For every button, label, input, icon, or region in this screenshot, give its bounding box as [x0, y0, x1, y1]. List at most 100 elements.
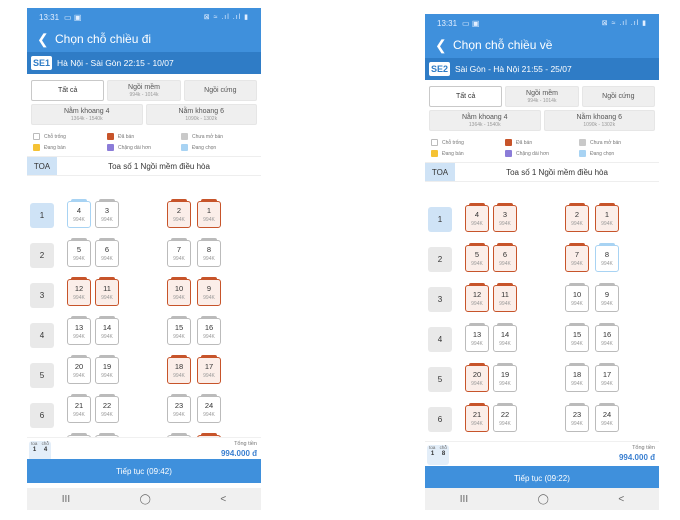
- seat-price: 994K: [101, 334, 113, 340]
- seat[interactable]: 15 994K: [565, 323, 589, 352]
- coach-tab[interactable]: 5: [428, 367, 452, 392]
- filter-tab[interactable]: Ngồi cứng: [581, 86, 655, 107]
- filter-tab[interactable]: Nằm khoang 4 1364k - 1540k: [31, 104, 143, 125]
- page-title: Chọn chỗ chiều về: [453, 38, 553, 52]
- seat[interactable]: 1 994K: [197, 199, 221, 228]
- seat-number: 15: [174, 323, 184, 332]
- seat[interactable]: 6 994K: [95, 238, 119, 267]
- seat-price: 994K: [571, 341, 583, 347]
- seat[interactable]: 6 994K: [493, 243, 517, 272]
- seat[interactable]: 14 994K: [95, 316, 119, 345]
- seat[interactable]: 11 994K: [95, 277, 119, 306]
- seat[interactable]: 5 994K: [465, 243, 489, 272]
- legend-swatch: [181, 144, 188, 151]
- seat[interactable]: 16 994K: [197, 316, 221, 345]
- seat-map[interactable]: 1 2 3 4 5 6 4 994K 3 994K 2 994K 1 994K 5 994K 6 994K 7 994…: [27, 195, 261, 437]
- seat[interactable]: 13 994K: [67, 316, 91, 345]
- filter-price-range: 994k - 1014k: [527, 97, 557, 104]
- seat[interactable]: 24 994K: [197, 394, 221, 423]
- coach-tab[interactable]: 5: [30, 363, 54, 388]
- seat[interactable]: 21 994K: [67, 394, 91, 423]
- seat[interactable]: 3 994K: [95, 199, 119, 228]
- back-icon[interactable]: <: [618, 494, 624, 505]
- seat[interactable]: 19 994K: [493, 363, 517, 392]
- seat[interactable]: 5 994K: [67, 238, 91, 267]
- recent-apps-icon[interactable]: III: [62, 494, 70, 505]
- seat[interactable]: 22 994K: [493, 403, 517, 432]
- filter-label: Nằm khoang 4: [461, 113, 508, 121]
- coach-tab[interactable]: 1: [428, 207, 452, 232]
- seat[interactable]: 4 994K: [67, 199, 91, 228]
- seat-price: 994K: [73, 217, 85, 223]
- seat[interactable]: 23 994K: [167, 394, 191, 423]
- seat[interactable]: 15 994K: [167, 316, 191, 345]
- back-arrow-icon[interactable]: ❮: [37, 31, 55, 48]
- seat[interactable]: 3 994K: [493, 203, 517, 232]
- continue-button[interactable]: Tiếp tục (09:42): [27, 459, 261, 483]
- seat[interactable]: 23 994K: [565, 403, 589, 432]
- seat[interactable]: 22 994K: [95, 394, 119, 423]
- back-icon[interactable]: <: [220, 494, 226, 505]
- home-icon[interactable]: ◯: [140, 494, 151, 505]
- signal-battery-icons: ⊠ ≈ .ıl .ıl ▮: [203, 14, 249, 21]
- seat[interactable]: 20 994K: [465, 363, 489, 392]
- seat-number: 9: [604, 290, 610, 299]
- legend-swatch: [33, 144, 40, 151]
- seat[interactable]: 14 994K: [493, 323, 517, 352]
- filter-tab[interactable]: Nằm khoang 4 1364k - 1540k: [429, 110, 541, 131]
- total-amount: 994.000 đ: [618, 453, 655, 462]
- continue-button[interactable]: Tiếp tục (09:22): [425, 466, 659, 490]
- seat[interactable]: 20 994K: [67, 355, 91, 384]
- seat[interactable]: 16 994K: [595, 323, 619, 352]
- seat[interactable]: 21 994K: [465, 403, 489, 432]
- seat-map[interactable]: 1 2 3 4 5 6 4 994K 3 994K 2 994K 1 994K 5 994K 6 994K 7 994…: [425, 197, 659, 441]
- seat[interactable]: 19 994K: [95, 355, 119, 384]
- seat[interactable]: 17 994K: [595, 363, 619, 392]
- coach-tab[interactable]: 2: [30, 243, 54, 268]
- filter-tab[interactable]: Ngồi mềm 994k - 1014k: [107, 80, 181, 101]
- coach-tab[interactable]: 3: [30, 283, 54, 308]
- coach-tab[interactable]: 3: [428, 287, 452, 312]
- filter-tab[interactable]: Tất cả: [31, 80, 105, 101]
- coach-tab[interactable]: 6: [30, 403, 54, 428]
- filter-tab[interactable]: Nằm khoang 6 1090k - 1302k: [543, 110, 655, 131]
- seat[interactable]: 18 994K: [167, 355, 191, 384]
- seat[interactable]: 8 994K: [595, 243, 619, 272]
- recent-apps-icon[interactable]: III: [460, 494, 468, 505]
- seat[interactable]: 10 994K: [565, 283, 589, 312]
- filter-tab[interactable]: Nằm khoang 6 1090k - 1302k: [145, 104, 257, 125]
- seat[interactable]: 12 994K: [465, 283, 489, 312]
- filter-tab[interactable]: Tất cả: [429, 86, 503, 107]
- seat-number: 14: [500, 330, 510, 339]
- coach-tab[interactable]: 4: [428, 327, 452, 352]
- route-bar: SE2 Sài Gòn - Hà Nội 21:55 - 25/07: [425, 58, 659, 80]
- filter-tab[interactable]: Ngồi cứng: [183, 80, 257, 101]
- seat[interactable]: 9 994K: [595, 283, 619, 312]
- seat[interactable]: 2 994K: [565, 203, 589, 232]
- selected-seat-chip[interactable]: toa chỗ 1 4: [29, 441, 51, 461]
- seat[interactable]: 11 994K: [493, 283, 517, 312]
- seat[interactable]: 18 994K: [565, 363, 589, 392]
- coach-tab[interactable]: 6: [428, 407, 452, 432]
- selected-seat-chip[interactable]: toa chỗ 1 8: [427, 445, 449, 465]
- seat[interactable]: 2 994K: [167, 199, 191, 228]
- filter-tab[interactable]: Ngồi mềm 994k - 1014k: [505, 86, 579, 107]
- seat[interactable]: 13 994K: [465, 323, 489, 352]
- filter-label: Nằm khoang 4: [63, 107, 110, 115]
- seat[interactable]: 1 994K: [595, 203, 619, 232]
- seat[interactable]: 17 994K: [197, 355, 221, 384]
- coach-tab[interactable]: 1: [30, 203, 54, 228]
- seat[interactable]: 12 994K: [67, 277, 91, 306]
- back-arrow-icon[interactable]: ❮: [435, 37, 453, 54]
- seat[interactable]: 7 994K: [565, 243, 589, 272]
- coach-tab[interactable]: 2: [428, 247, 452, 272]
- seat[interactable]: 9 994K: [197, 277, 221, 306]
- seat[interactable]: 8 994K: [197, 238, 221, 267]
- seat[interactable]: 4 994K: [465, 203, 489, 232]
- seat[interactable]: 10 994K: [167, 277, 191, 306]
- coach-tab[interactable]: 4: [30, 323, 54, 348]
- seat[interactable]: 24 994K: [595, 403, 619, 432]
- status-bar: 13:31 ▭ ▣ ⊠ ≈ .ıl .ıl ▮: [425, 14, 659, 32]
- home-icon[interactable]: ◯: [538, 494, 549, 505]
- seat[interactable]: 7 994K: [167, 238, 191, 267]
